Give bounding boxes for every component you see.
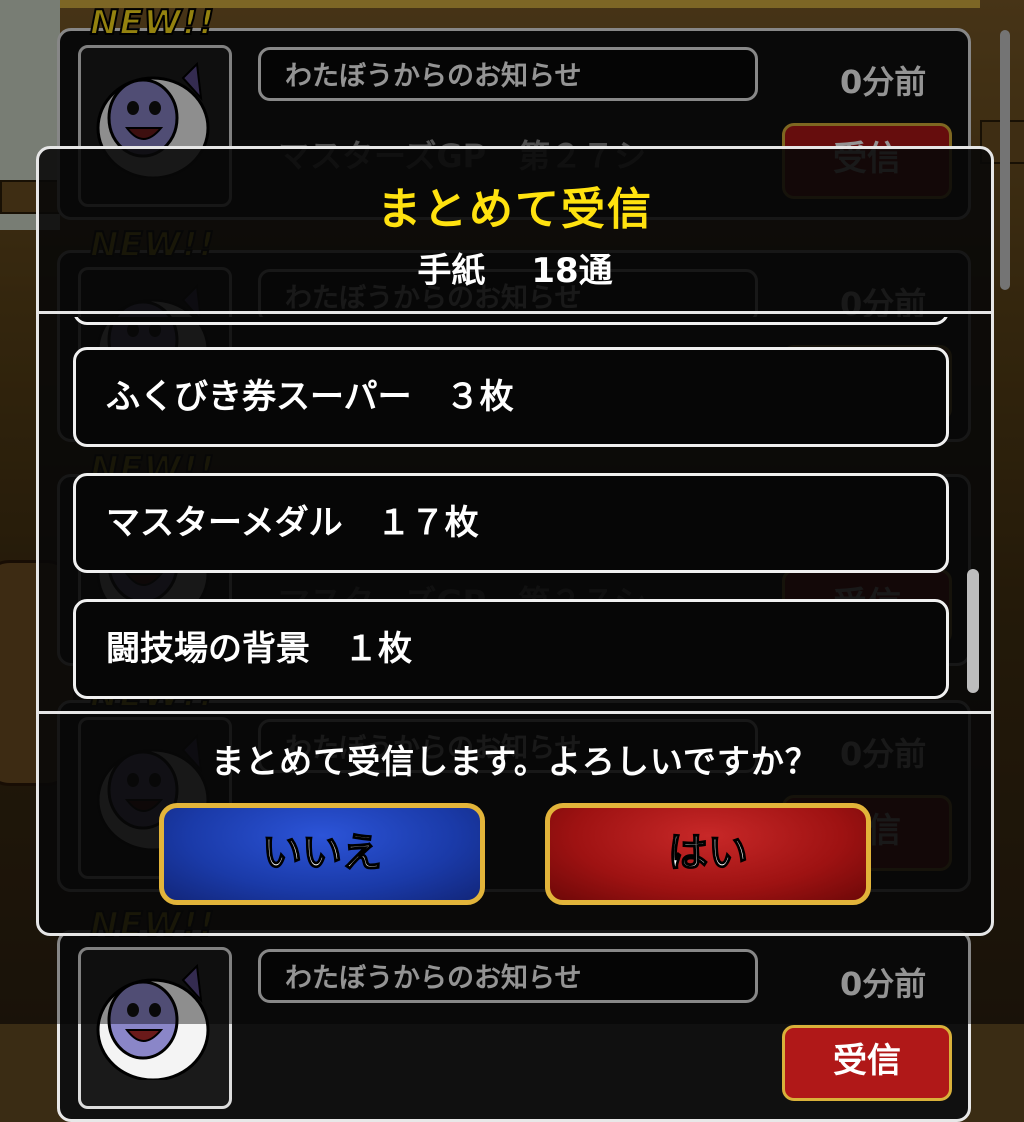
no-button[interactable]: いいえ — [159, 803, 485, 905]
letters-count: 18通 — [531, 251, 613, 291]
reward-item: 闘技場の背景 １枚 — [73, 599, 949, 699]
reward-label: 闘技場の背景 １枚 — [106, 629, 412, 669]
dialog-title: まとめて受信 — [377, 184, 653, 235]
yes-button[interactable]: はい — [545, 803, 871, 905]
reward-item — [73, 317, 949, 325]
reward-item: マスターメダル １７枚 — [73, 473, 949, 573]
reward-label: ふくびき券スーパー ３枚 — [106, 377, 514, 417]
receive-button[interactable]: 受信 — [782, 1025, 952, 1101]
reward-item: ふくびき券スーパー ３枚 — [73, 347, 949, 447]
reward-list-scrollbar[interactable] — [967, 569, 979, 693]
letters-summary: 手紙 18通 — [39, 243, 991, 292]
reward-label: マスターメダル １７枚 — [106, 503, 479, 543]
divider — [39, 311, 991, 314]
letters-label: 手紙 — [417, 251, 486, 291]
reward-list[interactable]: ふくびき券スーパー ３枚 マスターメダル １７枚 闘技場の背景 １枚 — [73, 317, 953, 707]
divider — [39, 711, 991, 714]
confirm-message: まとめて受信します。よろしいですか？ — [211, 742, 819, 781]
bulk-receive-dialog: まとめて受信 手紙 18通 ふくびき券スーパー ３枚 マスターメダル １７枚 闘技… — [36, 146, 994, 936]
